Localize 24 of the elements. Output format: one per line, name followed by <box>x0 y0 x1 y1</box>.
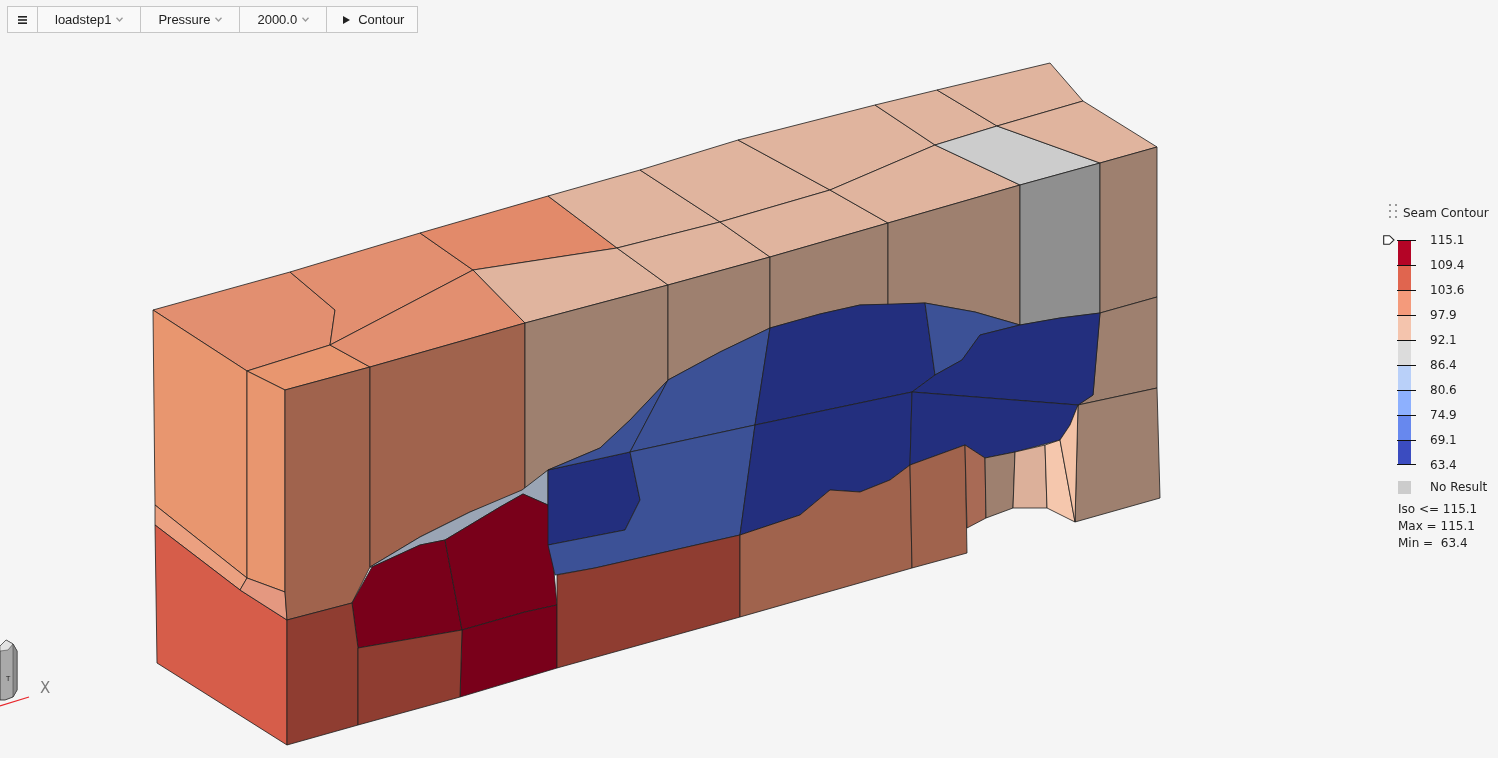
scale-value-label: 115.1 <box>1430 232 1465 248</box>
caret-icon <box>116 17 124 22</box>
scale-value-label: 97.9 <box>1430 307 1458 323</box>
no-result-label: No Result <box>1430 479 1488 495</box>
scale-value-label: 109.4 <box>1430 257 1465 273</box>
legend-stat-text: Max = 115.1 <box>1398 518 1476 535</box>
scale-value-label: 86.4 <box>1430 357 1458 373</box>
caret-icon <box>302 17 310 22</box>
caret-icon <box>215 17 223 22</box>
play-icon <box>343 15 351 24</box>
scale-value-label: 69.1 <box>1430 432 1458 448</box>
scale-value-label: 74.9 <box>1430 407 1458 423</box>
menu-icon <box>18 15 27 24</box>
legend-stat-text: Iso <= 115.1 <box>1398 501 1479 518</box>
legend-title: Seam Contour <box>1403 205 1489 221</box>
scale-value-label: 80.6 <box>1430 382 1458 398</box>
axis-label: X <box>40 679 51 697</box>
no-result-swatch-icon <box>1398 480 1411 494</box>
legend-stat-text: Min = 63.4 <box>1398 535 1469 552</box>
scale-value-label: 92.1 <box>1430 332 1458 348</box>
iso-marker-icon[interactable] <box>1383 235 1395 245</box>
x-axis-line <box>0 695 30 708</box>
scale-value-label: 63.4 <box>1430 457 1458 473</box>
scale-value-label: 103.6 <box>1430 282 1465 298</box>
